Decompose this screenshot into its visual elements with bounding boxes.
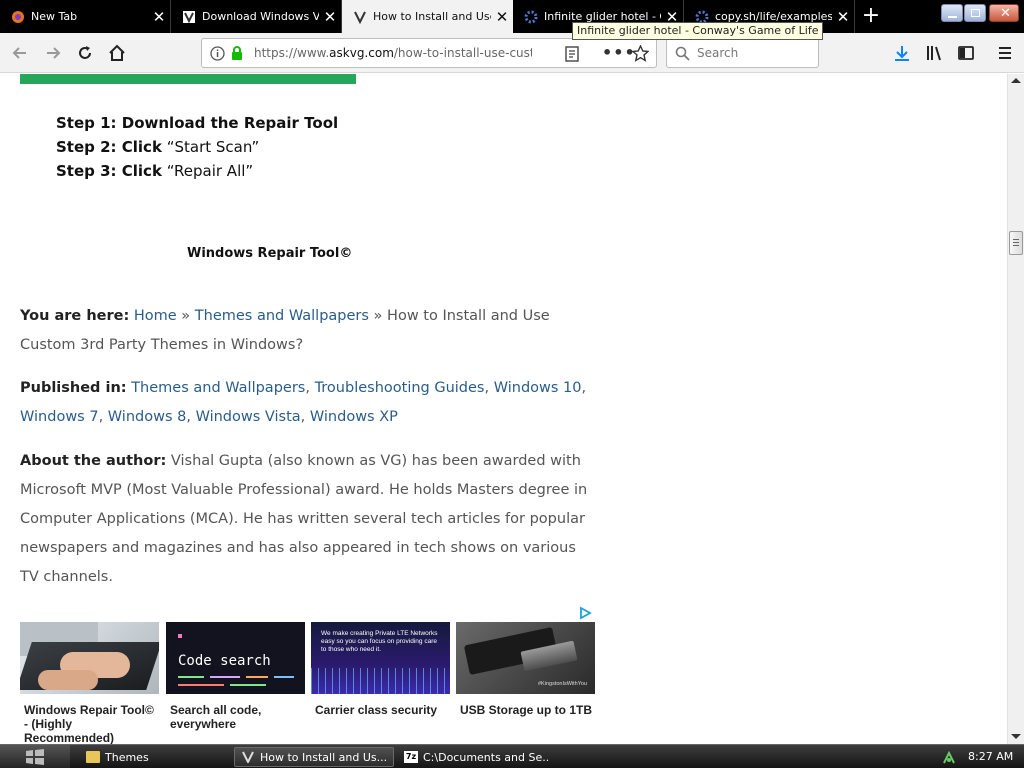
ad-card[interactable]: We make creating Private LTE Networks ea…	[311, 622, 450, 717]
category-link[interactable]: Troubleshooting Guides	[315, 380, 485, 396]
back-button[interactable]	[8, 41, 32, 65]
taskbar-item-firefox[interactable]: How to Install and Us...	[234, 747, 394, 767]
category-link[interactable]: Windows 8	[108, 409, 187, 425]
page-content: Step 1: Download the Repair Tool Step 2:…	[0, 74, 1007, 744]
forward-button[interactable]	[41, 41, 65, 65]
start-button[interactable]	[0, 745, 70, 768]
taskbar-item-themes[interactable]: Themes	[80, 747, 230, 767]
taskbar-item-7zip[interactable]: 7z C:\Documents and Se...	[398, 747, 548, 767]
about-author: About the author: Vishal Gupta (also kno…	[20, 453, 588, 585]
folder-icon	[86, 751, 100, 763]
tab-title: New Tab	[31, 10, 78, 23]
new-tab-button[interactable]: +	[858, 4, 884, 28]
more-actions-icon[interactable]: •••	[602, 43, 636, 62]
ad-caption[interactable]: USB Storage up to 1TB	[456, 703, 595, 717]
clock[interactable]: 8:27 AM	[968, 750, 1013, 763]
download-icon	[895, 46, 909, 61]
downloads-button[interactable]	[890, 41, 914, 65]
ad-caption[interactable]: Windows Repair Tool© - (Highly Recommend…	[20, 703, 159, 744]
windows-logo-icon	[26, 749, 44, 765]
close-icon[interactable]: ✕	[319, 8, 341, 26]
bookmark-star-icon[interactable]	[631, 44, 650, 66]
ad-image-network[interactable]: We make creating Private LTE Networks ea…	[311, 622, 450, 694]
step-1: Step 1: Download the Repair Tool	[56, 114, 339, 132]
scroll-up-arrow-icon[interactable]	[1011, 78, 1021, 83]
search-placeholder: Search	[697, 46, 739, 60]
gears-icon	[523, 9, 539, 25]
firefox-icon	[10, 9, 26, 25]
published-in: Published in: Themes and Wallpapers, Tro…	[20, 380, 587, 425]
category-link[interactable]: Windows 10	[494, 380, 582, 396]
info-icon[interactable]	[210, 46, 225, 65]
ad-card[interactable]: #KingstonIsWithYou USB Storage up to 1TB	[456, 622, 595, 717]
tab-tooltip: Infinite glider hotel - Conway's Game of…	[572, 22, 824, 40]
tab-how-to-install[interactable]: How to Install and Use ✕	[342, 0, 513, 33]
breadcrumb-category-link[interactable]: Themes and Wallpapers	[195, 308, 369, 324]
close-icon[interactable]: ✕	[491, 8, 513, 26]
ad-card[interactable]: Windows Repair Tool© - (Highly Recommend…	[20, 622, 159, 744]
sidebar-button[interactable]	[954, 41, 978, 65]
author-bio: Vishal Gupta (also known as VG) has been…	[20, 453, 588, 585]
minimize-button[interactable]	[941, 4, 963, 22]
tab-new-tab[interactable]: New Tab ✕	[0, 0, 171, 33]
search-icon	[675, 46, 690, 65]
menu-button[interactable]	[993, 41, 1017, 65]
navigation-toolbar: https://www.askvg.com/how-to-install-use…	[0, 33, 1024, 73]
ad-caption[interactable]: Carrier class security	[311, 703, 450, 717]
ad-image-laptop[interactable]	[20, 622, 159, 694]
close-icon[interactable]: ✕	[148, 8, 170, 26]
breadcrumb: You are here: Home » Themes and Wallpape…	[20, 308, 550, 353]
tab-title: Download Windows Vis	[202, 10, 319, 23]
reload-button[interactable]	[73, 41, 97, 65]
step-3: Step 3: Click “Repair All”	[56, 162, 254, 180]
repair-tool-caption: Windows Repair Tool©	[187, 246, 353, 261]
sidebar-icon	[958, 46, 974, 60]
vertical-scrollbar[interactable]	[1007, 74, 1024, 744]
category-link[interactable]: Windows XP	[310, 409, 398, 425]
lock-icon[interactable]	[230, 45, 244, 65]
library-icon	[927, 46, 941, 61]
library-button[interactable]	[922, 41, 946, 65]
tab-download-windows[interactable]: Download Windows Vis ✕	[171, 0, 342, 33]
category-link[interactable]: Themes and Wallpapers	[131, 380, 305, 396]
network-tray-icon[interactable]	[942, 750, 956, 768]
scrollbar-thumb[interactable]	[1009, 231, 1023, 255]
scroll-down-arrow-icon[interactable]	[1011, 734, 1021, 739]
askvg-icon	[352, 9, 368, 25]
step-2: Step 2: Click “Start Scan”	[56, 138, 260, 156]
7zip-icon: 7z	[404, 751, 418, 763]
reload-icon	[79, 46, 91, 59]
home-icon	[109, 44, 125, 61]
tab-title: How to Install and Use	[373, 10, 491, 23]
url-bar[interactable]: https://www.askvg.com/how-to-install-use…	[201, 38, 657, 68]
arrow-left-icon	[12, 47, 26, 59]
ad-caption[interactable]: Search all code, everywhere	[166, 703, 305, 731]
hamburger-menu-icon	[999, 47, 1011, 59]
ad-image-code[interactable]: Code search	[166, 622, 305, 694]
search-box[interactable]: Search	[666, 38, 819, 68]
home-button[interactable]	[105, 41, 129, 65]
restore-button[interactable]	[964, 4, 986, 22]
taskbar: Themes How to Install and Us... 7z C:\Do…	[0, 744, 1024, 768]
breadcrumb-home-link[interactable]: Home	[134, 308, 177, 324]
close-icon[interactable]: ✕	[832, 8, 854, 26]
arrow-right-icon	[47, 47, 61, 59]
download-banner-bar[interactable]	[20, 74, 356, 84]
askvg-icon	[241, 751, 255, 765]
url-text[interactable]: https://www.askvg.com/how-to-install-use…	[254, 46, 532, 60]
category-link[interactable]: Windows Vista	[196, 409, 301, 425]
tab-strip: New Tab ✕ Download Windows Vis ✕ How to …	[0, 0, 1024, 33]
ad-card[interactable]: Code search Search all code, everywhere	[166, 622, 305, 731]
ad-image-usb[interactable]: #KingstonIsWithYou	[456, 622, 595, 694]
category-link[interactable]: Windows 7	[20, 409, 99, 425]
askvg-icon	[181, 9, 197, 25]
close-window-button[interactable]: ✕	[989, 4, 1019, 22]
reader-view-icon[interactable]	[565, 46, 579, 66]
close-icon: ✕	[1000, 6, 1011, 21]
adchoices-icon[interactable]	[578, 606, 592, 620]
